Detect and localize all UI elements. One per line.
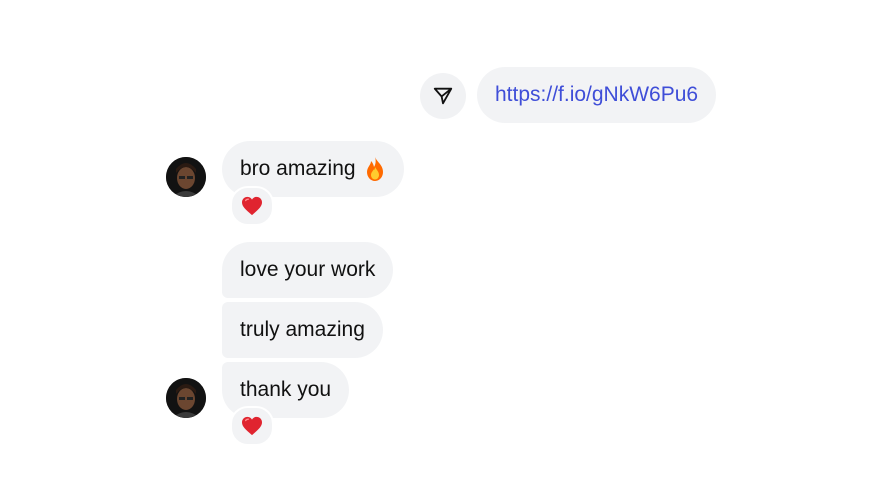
red-heart-emoji-icon <box>242 196 262 216</box>
user-avatar-icon <box>166 157 206 197</box>
message-text: love your work <box>240 258 376 281</box>
message-text: bro amazing <box>240 157 356 180</box>
reaction-badge[interactable] <box>230 406 274 446</box>
outgoing-link-message[interactable]: https://f.io/gNkW6Pu6 <box>477 67 717 123</box>
message-text: truly amazing <box>240 318 365 341</box>
reaction-badge[interactable] <box>230 186 274 226</box>
message-bubble[interactable]: truly amazing <box>222 302 383 358</box>
message-bubble[interactable]: love your work <box>222 242 394 298</box>
avatar[interactable] <box>166 157 206 197</box>
message-text: thank you <box>240 378 332 401</box>
share-button[interactable] <box>420 73 466 119</box>
message-link[interactable]: https://f.io/gNkW6Pu6 <box>495 83 698 107</box>
fire-emoji-icon <box>366 157 383 181</box>
avatar[interactable] <box>166 378 206 418</box>
red-heart-emoji-icon <box>242 416 262 436</box>
send-icon <box>433 87 453 105</box>
user-avatar-icon <box>166 378 206 418</box>
